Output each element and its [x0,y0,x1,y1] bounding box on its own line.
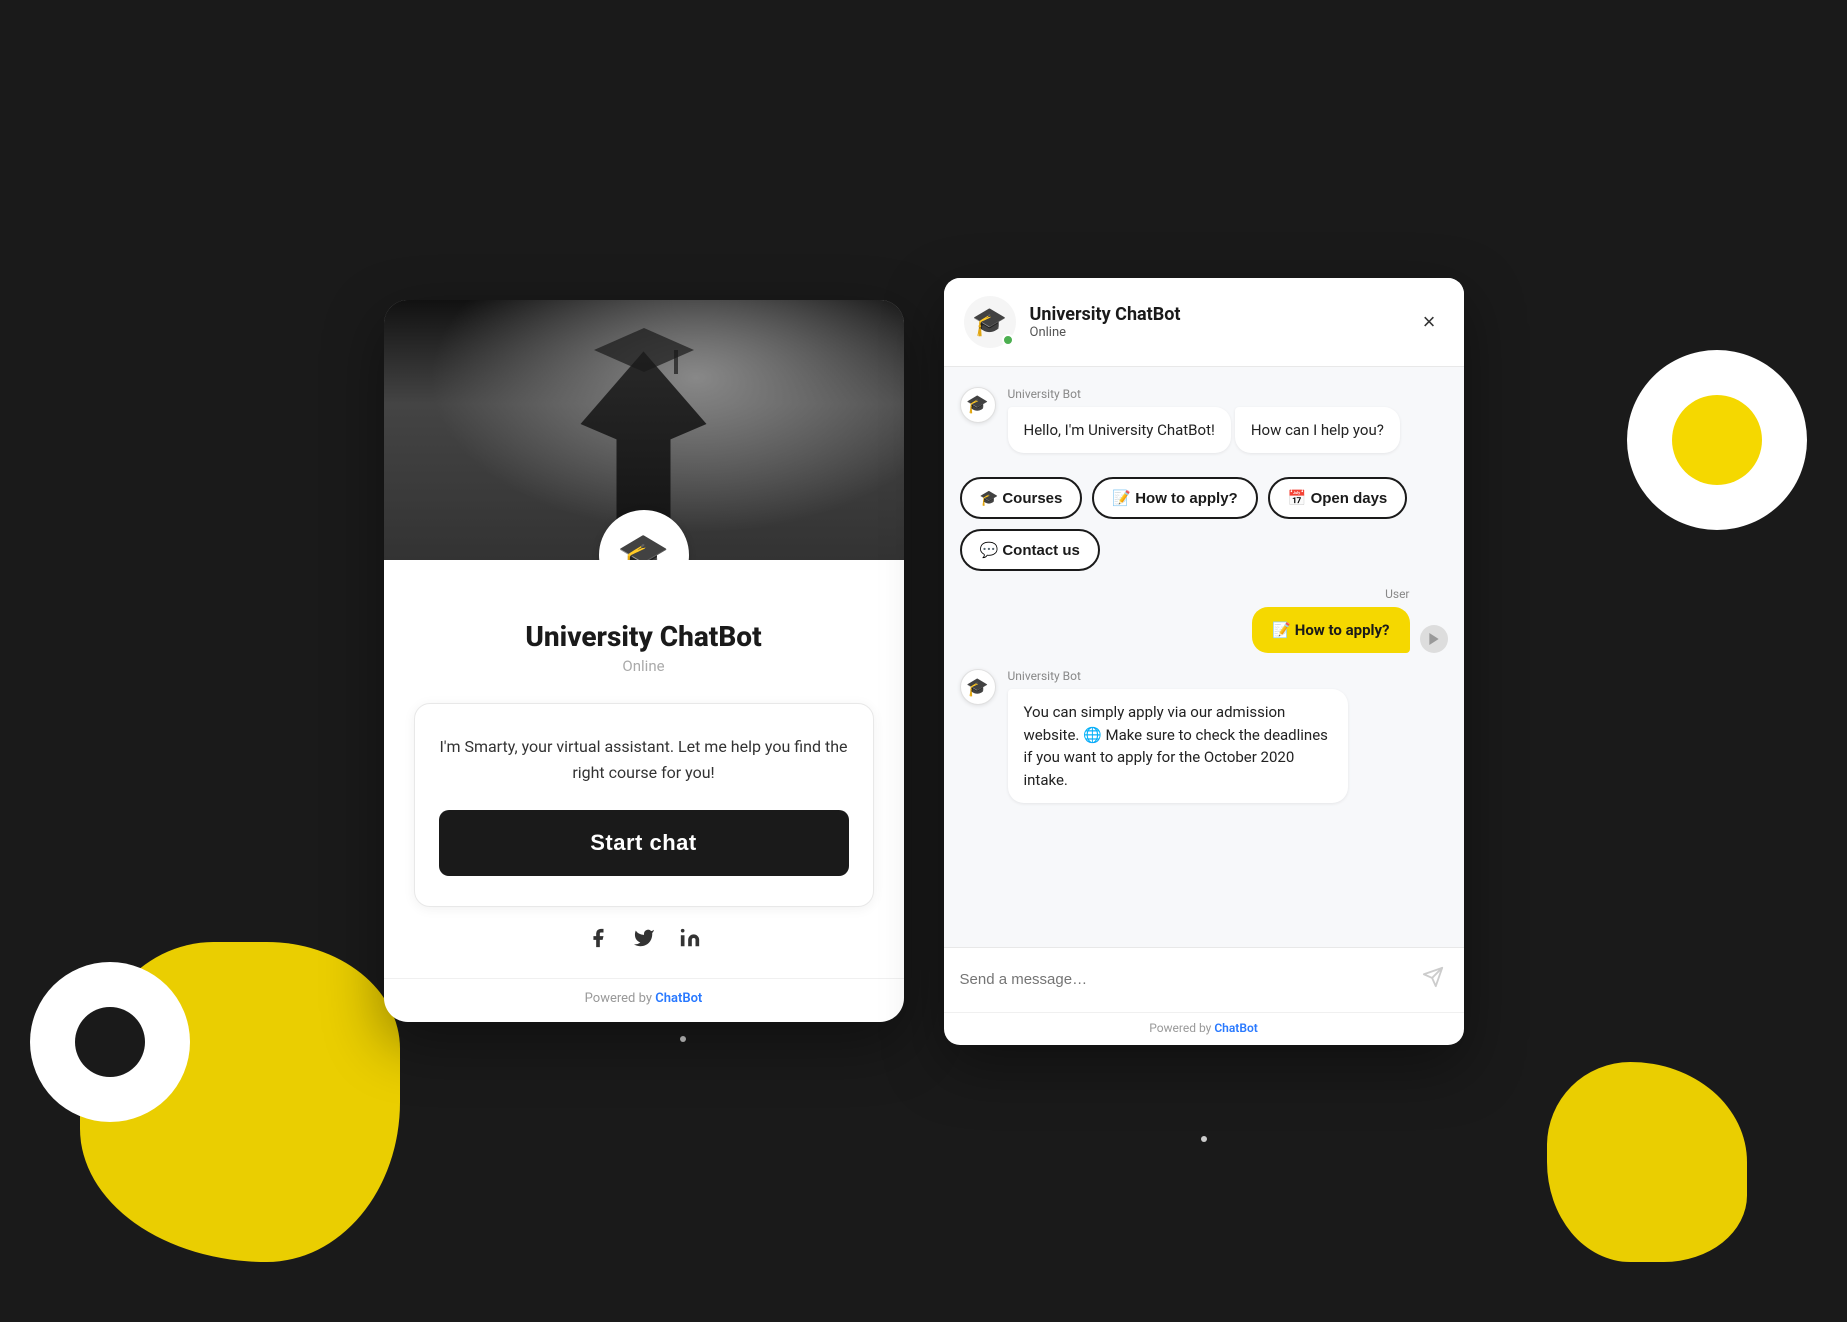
chat-header-info: University ChatBot Online [1030,304,1415,340]
bot-avatar-1: 🎓 [960,387,996,423]
left-phone-wrapper: 🎓 University ChatBot Online I'm Smarty, … [384,300,904,1021]
quick-reply-opendays[interactable]: 📅 Open days [1268,477,1408,519]
quick-reply-courses[interactable]: 🎓 Courses [960,477,1083,519]
bot-bubble-2a: You can simply apply via our admission w… [1008,689,1348,803]
bot-avatar-2: 🎓 [960,669,996,705]
bot-message-group-2: 🎓 University Bot You can simply apply vi… [960,669,1448,811]
start-chat-button[interactable]: Start chat [439,810,849,876]
chat-messages-area: 🎓 University Bot Hello, I'm University C… [944,367,1464,947]
bot-name-label-1: University Bot [1008,387,1448,401]
chat-powered-by: Powered by ChatBot [944,1012,1464,1045]
bot-message-group-1: 🎓 University Bot Hello, I'm University C… [960,387,1448,462]
user-avatar-1 [1420,625,1448,653]
user-content-1: User 📝 How to apply? [1252,587,1409,653]
chat-header-name: University ChatBot [1030,304,1415,325]
phone-header-image: 🎓 [384,300,904,560]
chat-chatbot-link[interactable]: ChatBot [1214,1021,1257,1035]
decorative-circle-inner-right [1672,395,1762,485]
bot-name-label-2: University Bot [1008,669,1448,683]
grad-cap-header-icon [584,320,704,380]
bot-content-1: University Bot Hello, I'm University Cha… [1008,387,1448,462]
left-card-title: University ChatBot [414,620,874,653]
send-message-button[interactable] [1418,962,1448,998]
user-message-group-1: User 📝 How to apply? [960,587,1448,653]
decorative-circle-inner-left [75,1007,145,1077]
quick-replies-row: 🎓 Courses 📝 How to apply? 📅 Open days 💬 … [960,477,1448,571]
quick-reply-contact[interactable]: 💬 Contact us [960,529,1100,571]
left-chatbot-link[interactable]: ChatBot [655,991,702,1006]
left-card-status: Online [414,657,874,675]
intro-text: I'm Smarty, your virtual assistant. Let … [439,734,849,785]
social-icons-row [414,927,874,954]
left-phone-card: 🎓 University ChatBot Online I'm Smarty, … [384,300,904,1021]
facebook-icon[interactable] [587,927,609,954]
chat-message-input[interactable] [960,971,1408,988]
intro-box: I'm Smarty, your virtual assistant. Let … [414,703,874,906]
linkedin-icon[interactable] [679,927,701,954]
chat-header: 🎓 University ChatBot Online × [944,278,1464,367]
user-label-1: User [1385,587,1409,601]
left-powered-by: Powered by ChatBot [384,978,904,1022]
dot-3 [1201,1136,1207,1142]
bot-bubble-1b: How can I help you? [1235,407,1400,454]
decorative-blob-right [1547,1062,1747,1262]
phone-body: University ChatBot Online I'm Smarty, yo… [384,560,904,977]
chat-online-dot [1002,334,1014,346]
bot-content-2: University Bot You can simply apply via … [1008,669,1448,811]
twitter-icon[interactable] [633,927,655,954]
scene-container: 🎓 University ChatBot Online I'm Smarty, … [384,278,1464,1045]
chat-input-area [944,947,1464,1012]
chat-header-status: Online [1030,325,1415,340]
chat-close-button[interactable]: × [1415,305,1444,339]
chat-header-avatar: 🎓 [964,296,1016,348]
user-bubble-1: 📝 How to apply? [1252,607,1409,653]
chat-window: 🎓 University ChatBot Online × 🎓 Universi… [944,278,1464,1045]
bot-bubble-1a: Hello, I'm University ChatBot! [1008,407,1231,454]
quick-reply-apply[interactable]: 📝 How to apply? [1092,477,1257,519]
